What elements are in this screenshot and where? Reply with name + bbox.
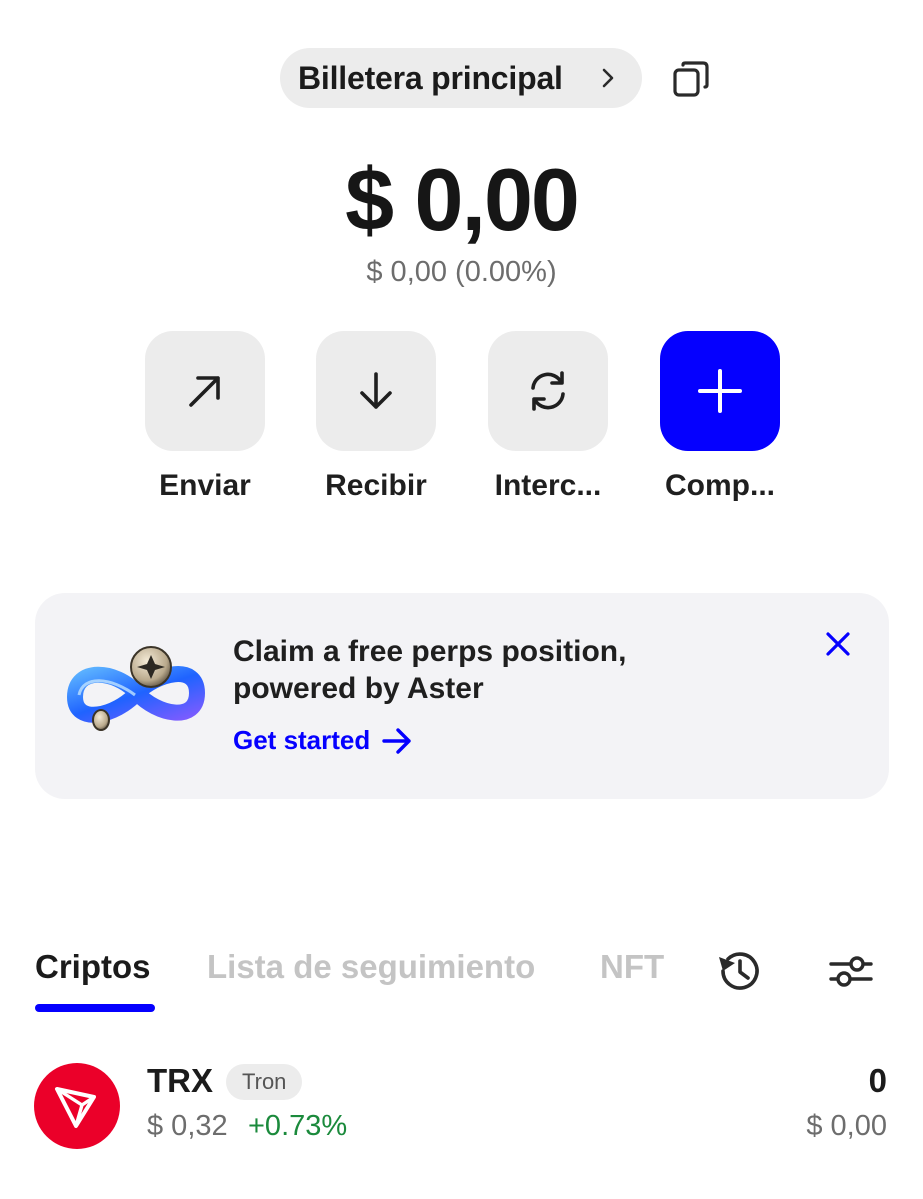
swap-icon xyxy=(531,371,565,411)
active-tab-indicator xyxy=(35,1004,155,1012)
receive-label: Recibir xyxy=(325,469,427,502)
total-balance: $ 0,00 xyxy=(345,150,580,249)
buy-label: Comp... xyxy=(665,469,775,502)
asset-price: $ 0,32 xyxy=(147,1110,228,1142)
arrow-down-icon xyxy=(360,372,392,409)
receive-action[interactable]: Recibir xyxy=(316,331,436,502)
network-badge: Tron xyxy=(226,1064,303,1100)
tron-logo-icon xyxy=(34,1063,120,1149)
swap-button[interactable] xyxy=(488,331,608,451)
send-action[interactable]: Enviar xyxy=(145,331,265,502)
asset-fiat-value: $ 0,00 xyxy=(806,1110,887,1142)
buy-action[interactable]: Comp... xyxy=(660,331,780,502)
copy-icon[interactable] xyxy=(672,60,710,98)
tab-nft[interactable]: NFT xyxy=(600,948,664,986)
asset-price-change: +0.73% xyxy=(248,1110,348,1142)
buy-button[interactable] xyxy=(660,331,780,451)
asset-symbol: TRX xyxy=(147,1062,213,1099)
wallet-selector[interactable]: Billetera principal xyxy=(280,48,642,108)
arrow-right-icon xyxy=(382,727,411,754)
tab-watchlist[interactable]: Lista de seguimiento xyxy=(207,948,535,986)
asset-row-trx[interactable]: TRX Tron $ 0,32 +0.73% 0 $ 0,00 xyxy=(0,1060,923,1156)
aster-infinity-illustration xyxy=(67,646,205,731)
close-icon[interactable] xyxy=(825,631,851,657)
swap-action[interactable]: Interc... xyxy=(488,331,608,502)
send-label: Enviar xyxy=(159,469,251,502)
receive-button[interactable] xyxy=(316,331,436,451)
get-started-label: Get started xyxy=(233,725,371,755)
chevron-right-icon xyxy=(602,68,614,88)
wallet-name: Billetera principal xyxy=(298,59,563,96)
swap-label: Interc... xyxy=(494,469,602,502)
send-button[interactable] xyxy=(145,331,265,451)
asset-tabs: Criptos Lista de seguimiento NFT xyxy=(0,940,923,1020)
promo-title: Claim a free perps position, powered by … xyxy=(233,635,627,705)
arrow-up-right-icon xyxy=(189,376,220,407)
promo-banner[interactable]: Claim a free perps position, powered by … xyxy=(35,593,889,799)
get-started-link[interactable]: Get started xyxy=(233,725,412,756)
asset-amount: 0 xyxy=(868,1062,887,1099)
plus-icon xyxy=(698,369,742,413)
filter-icon[interactable] xyxy=(826,946,876,996)
balance-change: $ 0,00 (0.00%) xyxy=(366,256,557,288)
history-icon[interactable] xyxy=(714,946,764,996)
tab-criptos[interactable]: Criptos xyxy=(35,948,151,986)
